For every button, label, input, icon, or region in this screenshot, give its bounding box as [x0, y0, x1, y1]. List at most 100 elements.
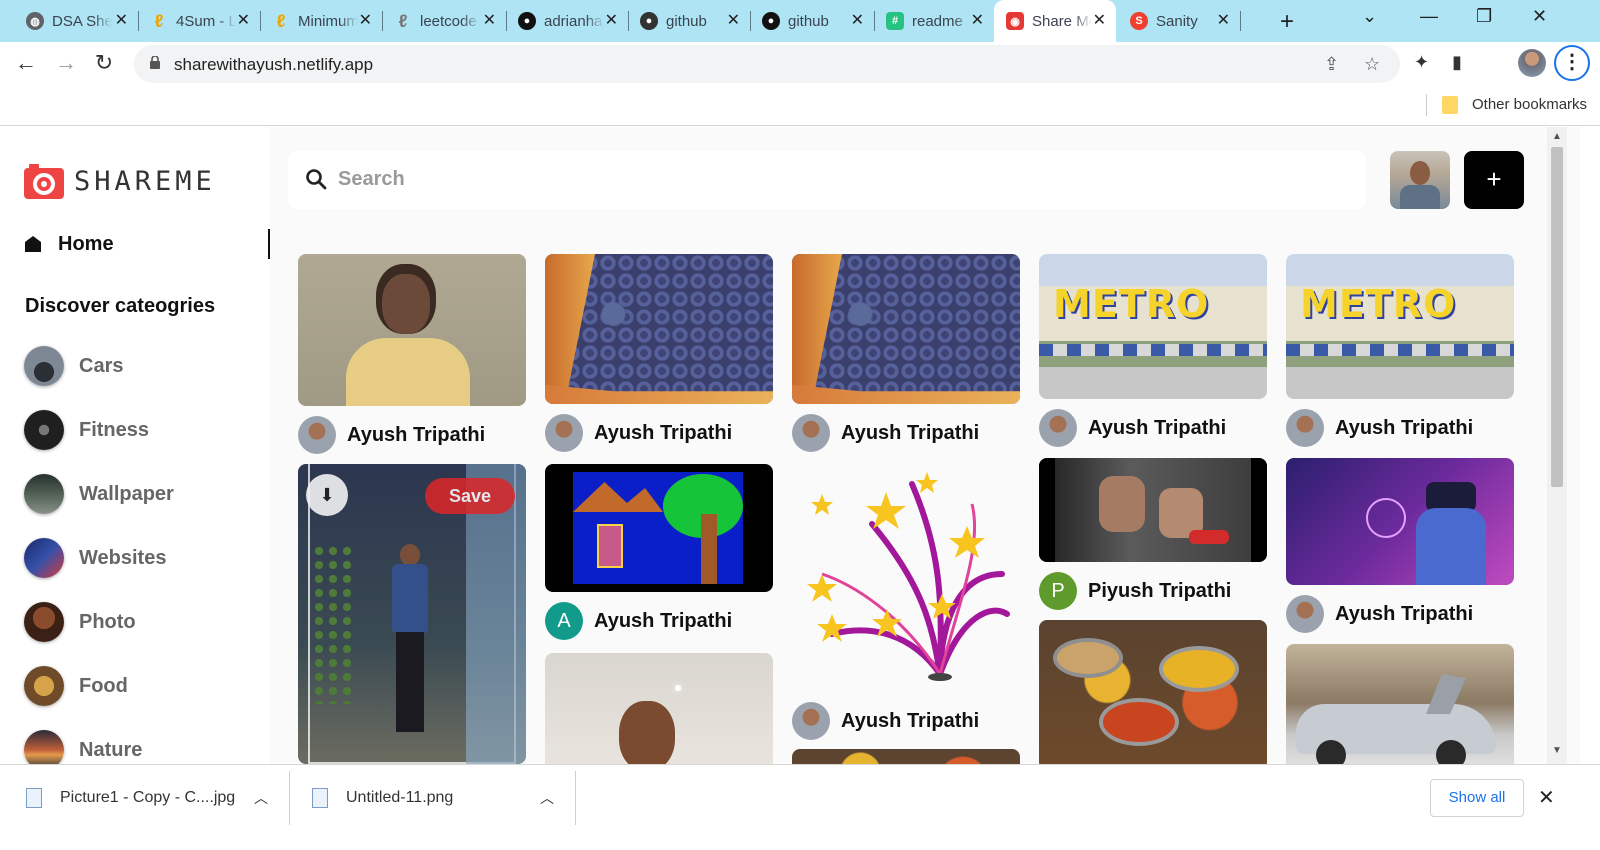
pin-image[interactable]: [545, 653, 773, 777]
close-window-icon[interactable]: ✕: [1532, 6, 1547, 27]
pin-image[interactable]: [1286, 458, 1514, 585]
tab-4sum[interactable]: ℓ 4Sum - LeetCode ✕: [138, 0, 261, 42]
pin-image[interactable]: [792, 464, 1020, 692]
tab-close-icon[interactable]: ✕: [237, 12, 250, 30]
search-input[interactable]: Search: [338, 168, 405, 191]
close-icon[interactable]: ✕: [1538, 785, 1555, 810]
download-filename: Picture1 - Copy - C....jpg: [60, 789, 236, 806]
pin-image[interactable]: METRO: [1286, 254, 1514, 399]
pin-card[interactable]: METRO Ayush Tripathi: [1286, 254, 1514, 447]
tab-close-icon[interactable]: ✕: [1093, 12, 1106, 30]
scroll-thumb[interactable]: [1551, 147, 1563, 487]
tab-shareme[interactable]: ◉ Share Me ✕: [994, 0, 1116, 42]
pin-owner[interactable]: Ayush Tripathi: [1286, 595, 1514, 633]
pin-owner[interactable]: Ayush Tripathi: [1039, 409, 1267, 447]
chevron-up-icon[interactable]: ︿: [254, 788, 268, 808]
chrome-menu-icon[interactable]: ⋮: [1554, 45, 1590, 81]
create-pin-button[interactable]: +: [1464, 151, 1524, 209]
pin-card[interactable]: Ayush Tripathi: [298, 254, 526, 454]
pin-image[interactable]: [1039, 458, 1267, 562]
pin-card[interactable]: P Piyush Tripathi: [1039, 458, 1267, 610]
pin-card[interactable]: ⬇ Save: [298, 464, 526, 764]
pin-card[interactable]: [545, 653, 773, 777]
sidebar-item-wallpaper[interactable]: Wallpaper: [24, 473, 174, 515]
pin-card[interactable]: METRO Ayush Tripathi: [1039, 254, 1267, 447]
tab-sanity[interactable]: S Sanity ✕: [1118, 0, 1241, 42]
pin-image[interactable]: ⬇ Save: [298, 464, 526, 764]
tab-close-icon[interactable]: ✕: [605, 12, 618, 30]
pin-card[interactable]: [1286, 644, 1514, 774]
tab-close-icon[interactable]: ✕: [115, 12, 128, 30]
tab-github-2[interactable]: ● github ✕: [750, 0, 875, 42]
pin-card[interactable]: A Ayush Tripathi: [545, 464, 773, 640]
download-icon[interactable]: ⬇: [306, 474, 348, 516]
pin-owner[interactable]: A Ayush Tripathi: [545, 602, 773, 640]
pin-card[interactable]: Ayush Tripathi: [545, 254, 773, 452]
tab-close-icon[interactable]: ✕: [727, 12, 740, 30]
pin-owner[interactable]: Ayush Tripathi: [792, 702, 1020, 740]
sidebar-item-websites[interactable]: Websites: [24, 537, 166, 579]
minimize-icon[interactable]: —: [1420, 6, 1438, 27]
tab-minimum[interactable]: ℓ Minimum ✕: [260, 0, 383, 42]
sidebar-item-photo[interactable]: Photo: [24, 601, 136, 643]
tab-github-1[interactable]: ● github ✕: [628, 0, 751, 42]
pin-image[interactable]: [792, 254, 1020, 404]
tab-close-icon[interactable]: ✕: [971, 12, 984, 30]
save-button[interactable]: Save: [425, 478, 515, 514]
reload-icon[interactable]: ↻: [90, 50, 118, 76]
pin-owner[interactable]: P Piyush Tripathi: [1039, 572, 1267, 610]
shareme-logo[interactable]: SHAREME: [24, 161, 216, 201]
pin-image[interactable]: [545, 464, 773, 592]
globe-icon: ◍: [26, 12, 44, 30]
sidebar-item-cars[interactable]: Cars: [24, 345, 123, 387]
tab-close-icon[interactable]: ✕: [1217, 12, 1230, 30]
pin-owner[interactable]: Ayush Tripathi: [1286, 409, 1514, 447]
pin-card[interactable]: Ayush Tripathi: [1286, 458, 1514, 633]
pin-card[interactable]: Ayush Tripathi: [792, 254, 1020, 452]
show-all-button[interactable]: Show all: [1430, 779, 1524, 817]
restore-icon[interactable]: ❐: [1476, 6, 1492, 27]
new-tab-icon[interactable]: +: [1280, 8, 1294, 36]
other-bookmarks[interactable]: Other bookmarks: [1472, 96, 1587, 113]
side-panel-icon[interactable]: ▮: [1452, 52, 1462, 73]
pin-owner[interactable]: Ayush Tripathi: [545, 414, 773, 452]
user-profile-picture[interactable]: [1390, 151, 1450, 209]
pin-image[interactable]: [1039, 620, 1267, 770]
pin-card[interactable]: Ayush Tripathi: [792, 464, 1020, 740]
address-bar[interactable]: sharewithayush.netlify.app ⇪ ☆: [134, 45, 1400, 83]
tab-leetcode[interactable]: ℓ leetcode ✕: [382, 0, 507, 42]
scroll-down-icon[interactable]: ▼: [1552, 745, 1562, 756]
folder-icon[interactable]: [1442, 96, 1458, 114]
pin-owner[interactable]: Ayush Tripathi: [792, 414, 1020, 452]
scroll-up-icon[interactable]: ▲: [1552, 131, 1562, 142]
search-bar[interactable]: Search: [288, 151, 1366, 209]
pin-image[interactable]: [1286, 644, 1514, 774]
profile-avatar[interactable]: [1518, 49, 1546, 77]
pin-card[interactable]: [1039, 620, 1267, 770]
sidebar-item-food[interactable]: Food: [24, 665, 128, 707]
forward-icon[interactable]: →: [52, 50, 80, 76]
back-icon[interactable]: ←: [12, 50, 40, 76]
tab-close-icon[interactable]: ✕: [483, 12, 496, 30]
share-icon[interactable]: ⇪: [1324, 54, 1339, 75]
tab-close-icon[interactable]: ✕: [359, 12, 372, 30]
download-item[interactable]: Untitled-11.png ︿: [312, 765, 574, 831]
tab-dsa[interactable]: ◍ DSA Sheet ✕: [14, 0, 139, 42]
url-text[interactable]: sharewithayush.netlify.app: [174, 55, 373, 75]
pin-image[interactable]: [545, 254, 773, 404]
owner-name: Ayush Tripathi: [1335, 602, 1474, 625]
extensions-icon[interactable]: ✦: [1414, 52, 1429, 73]
pin-image[interactable]: [298, 254, 526, 406]
chevron-up-icon[interactable]: ︿: [540, 788, 554, 808]
tab-search-icon[interactable]: ⌄: [1362, 6, 1377, 27]
tab-close-icon[interactable]: ✕: [851, 12, 864, 30]
sidebar-item-home[interactable]: Home: [24, 229, 270, 259]
star-icon[interactable]: ☆: [1364, 54, 1380, 75]
pin-image[interactable]: METRO: [1039, 254, 1267, 399]
page-scrollbar[interactable]: ▲ ▼: [1547, 127, 1567, 777]
download-item[interactable]: Picture1 - Copy - C....jpg ︿: [26, 765, 288, 831]
pin-owner[interactable]: Ayush Tripathi: [298, 416, 526, 454]
sidebar-item-fitness[interactable]: Fitness: [24, 409, 149, 451]
tab-github-adrian[interactable]: ● adrianhajdin ✕: [506, 0, 629, 42]
tab-readme[interactable]: # readme ✕: [874, 0, 995, 42]
